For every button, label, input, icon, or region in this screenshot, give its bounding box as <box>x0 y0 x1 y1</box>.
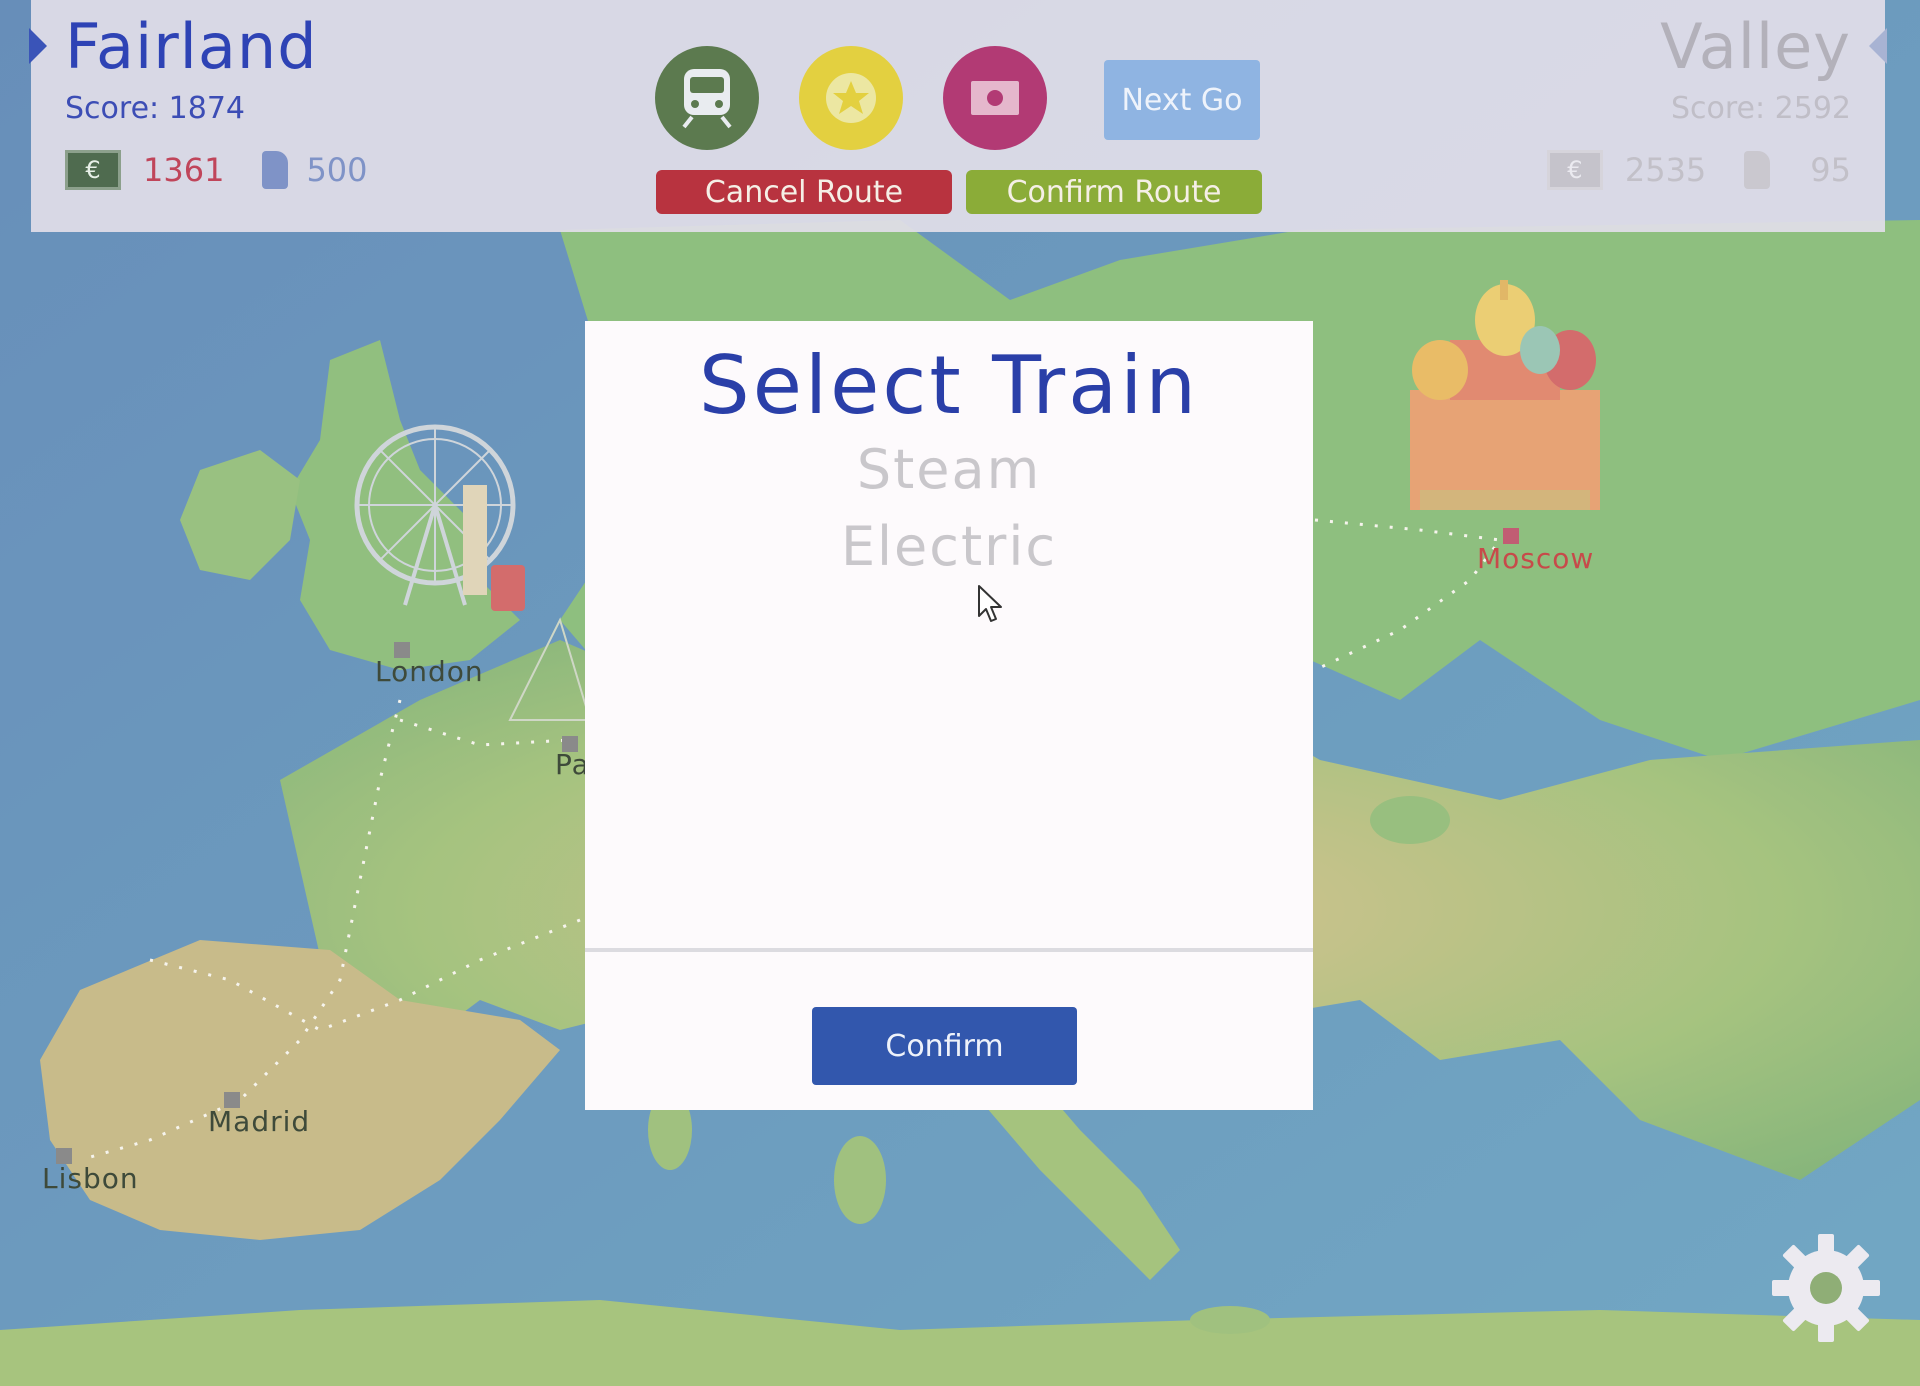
train-button[interactable] <box>655 46 759 150</box>
player-score: Score: 1874 <box>65 91 246 126</box>
opponent-name: Valley <box>1660 10 1851 83</box>
player-panel-right: Valley Score: 2592 € 2535 95 <box>1546 0 1851 190</box>
active-player-arrow-icon <box>29 28 47 64</box>
train-icon <box>682 69 732 129</box>
fuel-value: 500 <box>306 151 368 189</box>
star-icon <box>826 73 876 123</box>
banknote-icon <box>971 81 1019 115</box>
inactive-player-arrow-icon <box>1869 28 1887 64</box>
dialog-title: Select Train <box>698 339 1200 432</box>
next-go-button[interactable]: Next Go <box>1104 60 1260 140</box>
confirm-route-button[interactable]: Confirm Route <box>966 170 1262 214</box>
player-name: Fairland <box>65 10 318 83</box>
opponent-fuel-icon <box>1744 151 1771 189</box>
city-label-lisbon[interactable]: Lisbon <box>42 1162 139 1195</box>
opponent-money-icon: € <box>1546 150 1603 190</box>
train-option-steam[interactable]: Steam <box>585 438 1313 501</box>
mouse-cursor-icon <box>978 585 1002 622</box>
money-button[interactable] <box>943 46 1047 150</box>
money-value: 1361 <box>143 151 225 189</box>
player-panel-left: Fairland Score: 1874 € 1361 500 <box>65 0 368 190</box>
fuel-icon <box>262 151 289 189</box>
settings-gear-icon[interactable] <box>1768 1230 1884 1346</box>
city-label-madrid[interactable]: Madrid <box>208 1105 310 1138</box>
city-label-london[interactable]: London <box>375 655 484 688</box>
opponent-score: Score: 2592 <box>1670 91 1851 126</box>
city-label-moscow[interactable]: Moscow <box>1477 542 1594 575</box>
dialog-divider <box>585 948 1313 952</box>
top-hud: Fairland Score: 1874 € 1361 500 Valley S… <box>29 0 1887 232</box>
star-button[interactable] <box>799 46 903 150</box>
train-option-electric[interactable]: Electric <box>585 515 1313 578</box>
select-train-dialog: Select Train Steam Electric Confirm <box>585 321 1313 1110</box>
money-icon: € <box>65 150 121 190</box>
confirm-button[interactable]: Confirm <box>812 1007 1077 1085</box>
opponent-fuel-value: 95 <box>1810 151 1851 189</box>
cancel-route-button[interactable]: Cancel Route <box>656 170 952 214</box>
opponent-money-value: 2535 <box>1624 151 1707 189</box>
